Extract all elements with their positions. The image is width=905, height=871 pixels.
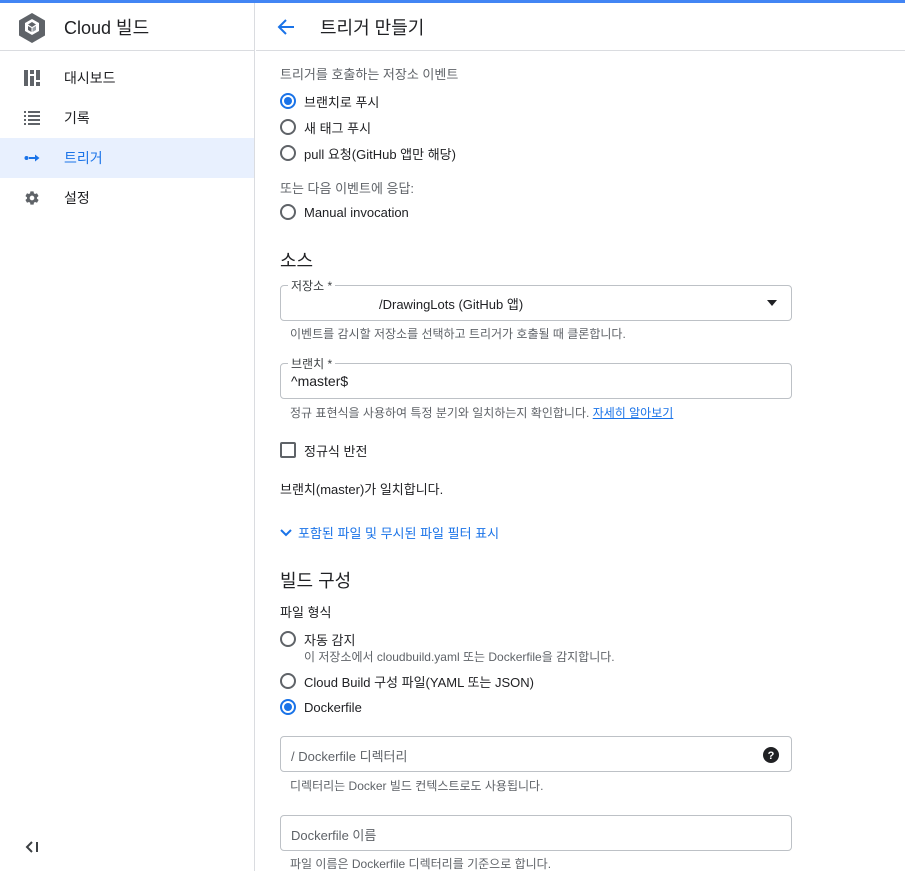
sidebar-item-label: 설정 bbox=[64, 190, 90, 206]
dashboard-icon bbox=[24, 70, 40, 86]
sidebar-item-label: 트리거 bbox=[64, 150, 103, 166]
learn-more-link[interactable]: 자세히 알아보기 bbox=[593, 406, 674, 420]
radio-label: 새 태그 푸시 bbox=[304, 120, 372, 136]
event-option-manual-invocation[interactable]: Manual invocation bbox=[280, 199, 409, 225]
back-button[interactable] bbox=[274, 15, 298, 39]
invert-regex-checkbox-row[interactable]: 정규식 반전 bbox=[280, 437, 367, 463]
dockerfile-directory-placeholder: / Dockerfile 디렉터리 bbox=[291, 749, 408, 764]
branch-match-text: 브랜치(master)가 일치합니다. bbox=[280, 482, 444, 497]
checkbox-label: 정규식 반전 bbox=[304, 443, 368, 459]
dropdown-arrow-icon bbox=[767, 300, 777, 306]
branch-value: ^master$ bbox=[291, 373, 349, 389]
invert-regex-checkbox[interactable] bbox=[280, 442, 296, 458]
branch-hint-text: 정규 표현식을 사용하여 특정 분기와 일치하는지 확인합니다. bbox=[290, 406, 590, 420]
main-panel: 트리거 만들기 트리거를 호출하는 저장소 이벤트 브랜치로 푸시 새 태그 푸… bbox=[256, 3, 905, 871]
dockerfile-name-hint: 파일 이름은 Dockerfile 디렉터리를 기준으로 합니다. bbox=[290, 857, 552, 871]
sidebar-item-triggers[interactable]: 트리거 bbox=[0, 138, 254, 178]
radio-label: Cloud Build 구성 파일(YAML 또는 JSON) bbox=[304, 674, 534, 690]
page-title: 트리거 만들기 bbox=[320, 17, 425, 38]
sidebar-item-label: 기록 bbox=[64, 110, 90, 126]
build-config-section-title: 빌드 구성 bbox=[280, 571, 352, 591]
page-header: 트리거 만들기 bbox=[256, 3, 905, 51]
radio-label: pull 요청(GitHub 앱만 해당) bbox=[304, 146, 456, 162]
file-filter-toggle[interactable]: 포함된 파일 및 무시된 파일 필터 표시 bbox=[280, 523, 499, 542]
alt-event-label: 또는 다음 이벤트에 응답: bbox=[280, 181, 415, 196]
branch-hint: 정규 표현식을 사용하여 특정 분기와 일치하는지 확인합니다. 자세히 알아보… bbox=[290, 404, 673, 421]
event-option-pull-request[interactable]: pull 요청(GitHub 앱만 해당) bbox=[280, 140, 456, 166]
repository-value: /DrawingLots (GitHub 앱) bbox=[379, 297, 524, 312]
source-section-title: 소스 bbox=[280, 251, 314, 271]
sidebar-item-settings[interactable]: 설정 bbox=[0, 178, 254, 218]
radio-label: 자동 감지 bbox=[304, 632, 356, 648]
radio-label: Manual invocation bbox=[304, 204, 409, 220]
arrow-back-icon bbox=[277, 18, 294, 35]
radio-button[interactable] bbox=[280, 204, 296, 220]
app-title: Cloud 빌드 bbox=[64, 17, 150, 38]
repository-hint: 이벤트를 감시할 저장소를 선택하고 트리거가 호출될 때 클론합니다. bbox=[290, 327, 626, 341]
radio-label: 브랜치로 푸시 bbox=[304, 94, 380, 110]
dockerfile-directory-input[interactable]: / Dockerfile 디렉터리 ? bbox=[280, 736, 792, 772]
repository-label: 저장소 * bbox=[288, 277, 336, 294]
cloud-build-logo-icon bbox=[19, 12, 45, 43]
sidebar-item-label: 대시보드 bbox=[64, 70, 116, 86]
radio-label: Dockerfile bbox=[304, 699, 362, 715]
event-option-push-tag[interactable]: 새 태그 푸시 bbox=[280, 114, 371, 140]
svg-text:?: ? bbox=[768, 750, 775, 762]
sidebar-header: Cloud 빌드 bbox=[0, 3, 254, 51]
file-type-label: 파일 형식 bbox=[280, 605, 332, 620]
file-filter-toggle-label: 포함된 파일 및 무시된 파일 필터 표시 bbox=[298, 526, 500, 541]
help-icon[interactable]: ? bbox=[763, 747, 779, 763]
radio-button[interactable] bbox=[280, 673, 296, 689]
radio-button[interactable] bbox=[280, 145, 296, 161]
radio-button[interactable] bbox=[280, 631, 296, 647]
dockerfile-name-input[interactable]: Dockerfile 이름 bbox=[280, 815, 792, 851]
dockerfile-name-placeholder: Dockerfile 이름 bbox=[291, 828, 377, 843]
dockerfile-directory-hint: 디렉터리는 Docker 빌드 컨텍스트로도 사용됩니다. bbox=[290, 779, 544, 793]
file-type-option-cloudbuild-config[interactable]: Cloud Build 구성 파일(YAML 또는 JSON) bbox=[280, 668, 534, 694]
gear-icon bbox=[24, 190, 40, 206]
file-type-option-dockerfile[interactable]: Dockerfile bbox=[280, 694, 362, 720]
list-icon bbox=[24, 110, 40, 126]
autodetect-description: 이 저장소에서 cloudbuild.yaml 또는 Dockerfile을 감… bbox=[304, 650, 615, 664]
repository-select[interactable]: 저장소 * /DrawingLots (GitHub 앱) bbox=[280, 277, 792, 321]
sidebar: Cloud 빌드 대시보드 기록 트리거 설정 bbox=[0, 3, 255, 871]
event-option-push-branch[interactable]: 브랜치로 푸시 bbox=[280, 88, 379, 114]
sidebar-item-dashboard[interactable]: 대시보드 bbox=[0, 58, 254, 98]
branch-input[interactable]: 브랜치 * ^master$ bbox=[280, 355, 792, 399]
trigger-icon bbox=[24, 150, 40, 166]
event-label: 트리거를 호출하는 저장소 이벤트 bbox=[280, 67, 459, 82]
branch-label: 브랜치 * bbox=[288, 355, 336, 372]
collapse-sidebar-icon[interactable] bbox=[24, 839, 40, 855]
radio-button[interactable] bbox=[280, 699, 296, 715]
radio-button[interactable] bbox=[280, 119, 296, 135]
radio-button[interactable] bbox=[280, 93, 296, 109]
sidebar-item-history[interactable]: 기록 bbox=[0, 98, 254, 138]
chevron-down-icon bbox=[280, 528, 292, 536]
